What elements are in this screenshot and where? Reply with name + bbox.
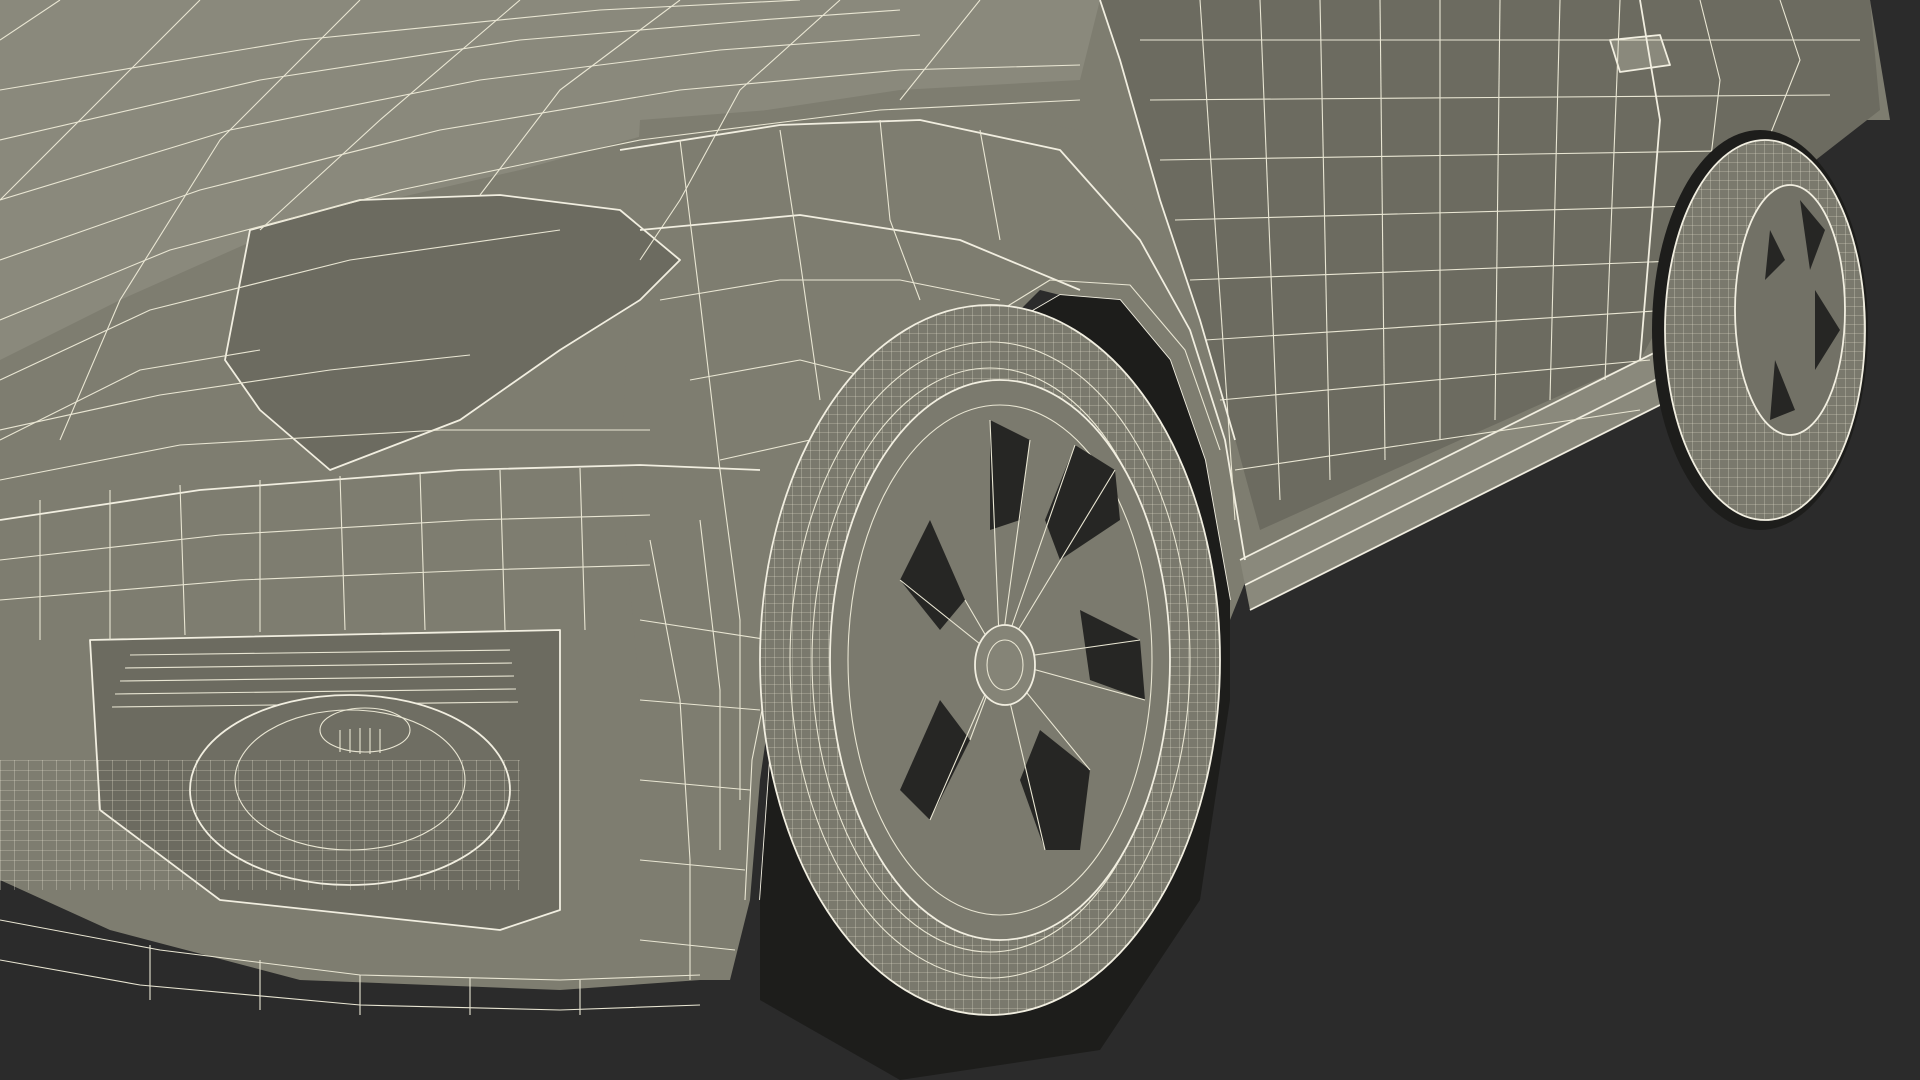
front-rim	[829, 379, 1171, 941]
lower-grill	[0, 760, 520, 890]
wireframe-car-render	[0, 0, 1920, 1080]
